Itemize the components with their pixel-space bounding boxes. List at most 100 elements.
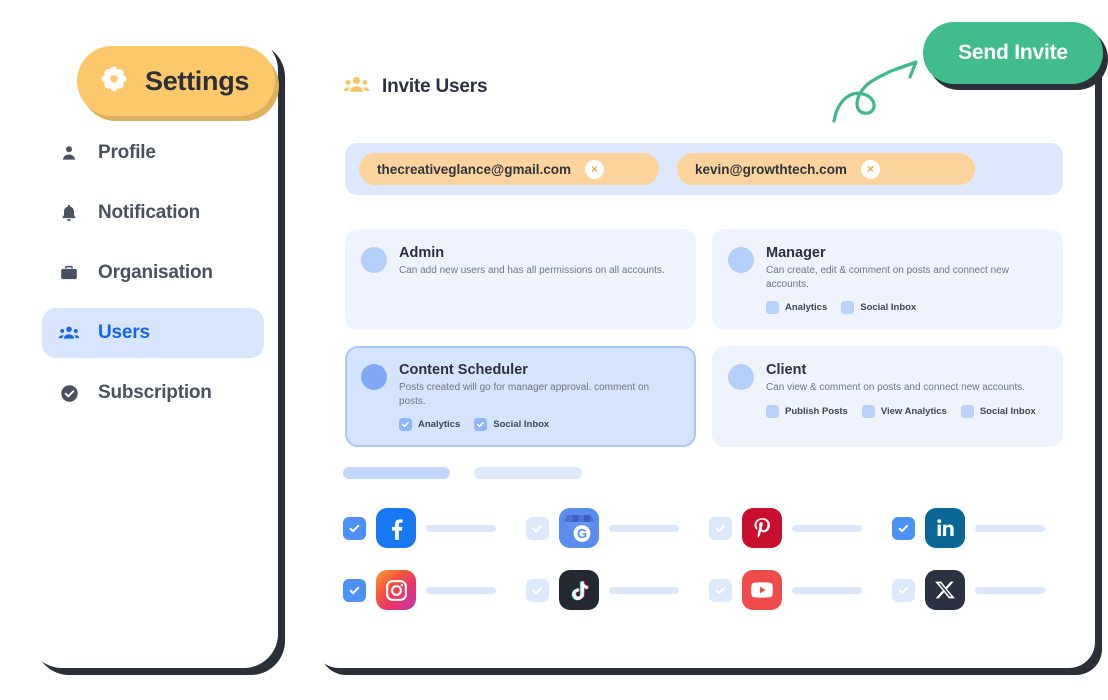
role-card-manager[interactable]: Manager Can create, edit & comment on po…	[712, 229, 1063, 330]
svg-text:G: G	[577, 526, 587, 541]
facebook-icon	[376, 508, 416, 548]
people-group-icon	[58, 322, 80, 344]
placeholder-bar	[474, 467, 582, 479]
permission-analytics[interactable]: Analytics	[399, 418, 460, 431]
permission-label: Social Inbox	[493, 419, 550, 430]
role-name: Content Scheduler	[399, 362, 528, 378]
sidebar-item-label: Subscription	[98, 382, 212, 403]
permission-label: Social Inbox	[979, 405, 1036, 417]
role-name: Admin	[399, 245, 445, 261]
flower-gear-icon	[97, 64, 131, 98]
permission-analytics[interactable]: Analytics	[766, 301, 827, 314]
email-chip-text: kevin@growthtech.com	[695, 161, 847, 177]
sidebar-item-label: Users	[98, 322, 150, 343]
placeholder-line	[975, 524, 1045, 532]
avatar	[361, 247, 387, 273]
social-account-linkedin[interactable]	[892, 508, 1075, 548]
instagram-icon	[376, 570, 416, 610]
social-account-tiktok[interactable]	[526, 570, 709, 610]
social-account-pinterest[interactable]	[709, 508, 892, 548]
permission-social-inbox[interactable]: Social Inbox	[474, 418, 549, 431]
sidebar-item-organisation[interactable]: Organisation	[42, 248, 264, 298]
avatar	[728, 247, 754, 273]
role-card-client[interactable]: Client Can view & comment on posts and c…	[712, 346, 1063, 447]
permission-label: View Analytics	[880, 405, 947, 417]
permission-row: Publish Posts View Analytics Social Inbo…	[766, 404, 1045, 418]
role-description: Can add new users and has all permission…	[399, 265, 665, 276]
checkbox-x-twitter[interactable]	[892, 578, 915, 602]
email-chip[interactable]: kevin@growthtech.com ×	[677, 153, 975, 185]
settings-header-pill[interactable]: Settings	[77, 46, 276, 116]
social-account-instagram[interactable]	[343, 570, 526, 610]
role-card-admin[interactable]: Admin Can add new users and has all perm…	[345, 229, 696, 330]
role-description: Can view & comment on posts and connect …	[766, 382, 1026, 393]
checkbox-icon[interactable]	[841, 301, 855, 314]
role-row: Content Scheduler Posts created will go …	[345, 346, 1063, 447]
placeholder-line	[426, 586, 496, 594]
permission-row: Analytics Social Inbox	[766, 301, 1045, 314]
checkbox-google-business[interactable]	[526, 516, 549, 540]
permission-label: Social Inbox	[860, 302, 917, 313]
social-accounts-grid: G	[343, 508, 1073, 610]
email-input-field[interactable]: thecreativeglance@gmail.com × kevin@grow…	[345, 143, 1063, 195]
briefcase-icon	[58, 262, 80, 284]
pinterest-icon	[742, 508, 782, 548]
x-twitter-icon	[925, 570, 965, 610]
permission-label: Analytics	[785, 302, 828, 313]
role-name: Manager	[766, 245, 826, 261]
screen-root: Settings Profile Notification Organisati…	[0, 0, 1108, 700]
sidebar-item-profile[interactable]: Profile	[42, 128, 264, 178]
email-chip[interactable]: thecreativeglance@gmail.com ×	[359, 153, 659, 185]
checkbox-pinterest[interactable]	[709, 516, 732, 540]
placeholder-bar	[343, 467, 450, 479]
google-business-icon: G	[559, 508, 599, 548]
role-description: Posts created will go for manager approv…	[399, 382, 650, 407]
sidebar-item-label: Profile	[98, 142, 156, 163]
sidebar-item-notification[interactable]: Notification	[42, 188, 264, 238]
checkbox-icon[interactable]	[474, 418, 488, 431]
tiktok-icon	[559, 570, 599, 610]
page-title: Invite Users	[382, 76, 488, 97]
placeholder-line	[426, 524, 496, 532]
close-icon[interactable]: ×	[585, 159, 604, 179]
checkbox-icon[interactable]	[399, 418, 412, 431]
person-icon	[58, 142, 80, 164]
youtube-icon	[742, 570, 782, 610]
permission-social-inbox[interactable]: Social Inbox	[960, 404, 1036, 418]
role-card-content-scheduler[interactable]: Content Scheduler Posts created will go …	[345, 346, 696, 447]
sidebar-item-users[interactable]: Users	[42, 308, 264, 358]
checkbox-linkedin[interactable]	[892, 516, 915, 540]
placeholder-line	[792, 586, 862, 594]
checkbox-instagram[interactable]	[343, 578, 366, 602]
role-row: Admin Can add new users and has all perm…	[345, 229, 1063, 330]
checkbox-icon[interactable]	[766, 404, 779, 418]
checkbox-icon[interactable]	[960, 404, 974, 418]
checkbox-icon[interactable]	[861, 404, 875, 418]
permission-view-analytics[interactable]: View Analytics	[861, 404, 947, 418]
permission-row: Analytics Social Inbox	[399, 418, 678, 431]
social-account-facebook[interactable]	[343, 508, 526, 548]
settings-sidebar: Settings Profile Notification Organisati…	[28, 36, 278, 668]
placeholder-line	[975, 586, 1045, 594]
settings-header-label: Settings	[145, 65, 250, 96]
social-account-x-twitter[interactable]	[892, 570, 1075, 610]
permission-publish-posts[interactable]: Publish Posts	[766, 404, 848, 418]
close-icon[interactable]: ×	[860, 159, 880, 179]
checkbox-tiktok[interactable]	[526, 578, 549, 602]
avatar	[728, 364, 754, 390]
checkbox-icon[interactable]	[766, 301, 779, 314]
social-account-google-business[interactable]: G	[526, 508, 709, 548]
placeholder-bars	[343, 467, 582, 479]
checkbox-facebook[interactable]	[343, 516, 366, 540]
role-description: Can create, edit & comment on posts and …	[766, 265, 1009, 290]
placeholder-line	[609, 586, 679, 594]
social-account-youtube[interactable]	[709, 570, 892, 610]
checkbox-youtube[interactable]	[709, 578, 732, 602]
sidebar-item-subscription[interactable]: Subscription	[42, 368, 264, 418]
placeholder-line	[609, 524, 679, 532]
permission-label: Analytics	[418, 419, 461, 430]
permission-social-inbox[interactable]: Social Inbox	[841, 301, 916, 314]
send-invite-button[interactable]: Send Invite	[923, 22, 1103, 84]
sidebar-item-label: Organisation	[98, 262, 213, 283]
linkedin-icon	[925, 508, 965, 548]
